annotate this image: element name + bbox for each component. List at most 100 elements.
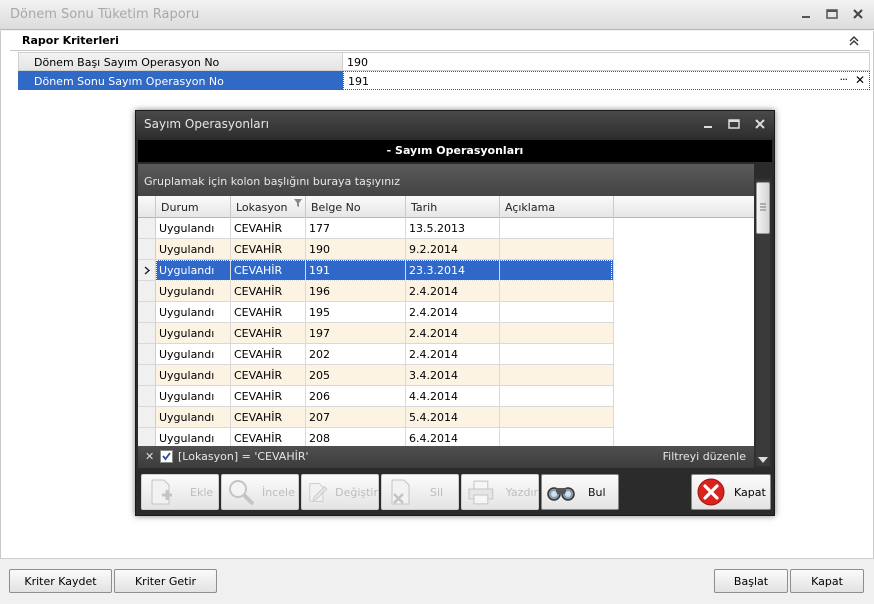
group-panel[interactable]: Gruplamak için kolon başlığını buraya ta…: [138, 164, 754, 196]
table-row[interactable]: Uygulandı CEVAHİR 191 23.3.2014: [138, 260, 754, 281]
cell-belge-no[interactable]: 206: [306, 386, 406, 407]
main-titlebar[interactable]: Dönem Sonu Tüketim Raporu: [0, 0, 874, 30]
cell-belge-no[interactable]: 196: [306, 281, 406, 302]
baslat-button[interactable]: Başlat: [714, 569, 788, 593]
cell-belge-no[interactable]: 207: [306, 407, 406, 428]
cell-durum[interactable]: Uygulandı: [156, 428, 231, 446]
ellipsis-button[interactable]: ···: [840, 73, 848, 86]
row-indicator[interactable]: [138, 428, 156, 446]
cell-belge-no[interactable]: 195: [306, 302, 406, 323]
cell-aciklama[interactable]: [500, 323, 614, 344]
cell-lokasyon[interactable]: CEVAHİR: [231, 386, 306, 407]
dialog-minimize-icon[interactable]: [700, 116, 716, 132]
filter-checkbox[interactable]: [160, 450, 173, 463]
cell-durum[interactable]: Uygulandı: [156, 302, 231, 323]
row-indicator[interactable]: [138, 302, 156, 323]
grid[interactable]: Durum Lokasyon Belge No Tarih Açıklama U…: [138, 196, 754, 446]
table-row[interactable]: Uygulandı CEVAHİR 207 5.4.2014: [138, 407, 754, 428]
table-row[interactable]: Uygulandı CEVAHİR 197 2.4.2014: [138, 323, 754, 344]
cell-durum[interactable]: Uygulandı: [156, 323, 231, 344]
table-row[interactable]: Uygulandı CEVAHİR 190 9.2.2014: [138, 239, 754, 260]
cell-tarih[interactable]: 5.4.2014: [406, 407, 500, 428]
cell-aciklama[interactable]: [500, 302, 614, 323]
cell-belge-no[interactable]: 202: [306, 344, 406, 365]
cell-tarih[interactable]: 2.4.2014: [406, 344, 500, 365]
cell-aciklama[interactable]: [500, 386, 614, 407]
column-header-lokasyon[interactable]: Lokasyon: [231, 196, 306, 218]
table-row[interactable]: Uygulandı CEVAHİR 195 2.4.2014: [138, 302, 754, 323]
cell-belge-no[interactable]: 177: [306, 218, 406, 239]
kapat-button[interactable]: Kapat: [790, 569, 864, 593]
cell-belge-no[interactable]: 208: [306, 428, 406, 446]
row-indicator[interactable]: [138, 260, 156, 281]
cell-aciklama[interactable]: [500, 260, 614, 281]
degistir-button[interactable]: Değiştir: [301, 474, 379, 510]
row-indicator[interactable]: [138, 281, 156, 302]
cell-tarih[interactable]: 2.4.2014: [406, 302, 500, 323]
cell-lokasyon[interactable]: CEVAHİR: [231, 365, 306, 386]
cell-lokasyon[interactable]: CEVAHİR: [231, 407, 306, 428]
cell-durum[interactable]: Uygulandı: [156, 344, 231, 365]
table-row[interactable]: Uygulandı CEVAHİR 177 13.5.2013: [138, 218, 754, 239]
scroll-down-icon[interactable]: [758, 456, 768, 464]
cell-belge-no[interactable]: 205: [306, 365, 406, 386]
column-header-aciklama[interactable]: Açıklama: [500, 196, 614, 218]
close-icon[interactable]: [850, 6, 866, 22]
vertical-scrollbar[interactable]: [754, 178, 772, 468]
criteria-row-start[interactable]: Dönem Başı Sayım Operasyon No 190: [18, 52, 870, 71]
cell-aciklama[interactable]: [500, 428, 614, 446]
cell-lokasyon[interactable]: CEVAHİR: [231, 344, 306, 365]
incele-button[interactable]: İncele: [221, 474, 299, 510]
table-row[interactable]: Uygulandı CEVAHİR 208 6.4.2014: [138, 428, 754, 446]
criteria-value-start[interactable]: 190: [343, 52, 870, 71]
cell-aciklama[interactable]: [500, 239, 614, 260]
cell-aciklama[interactable]: [500, 365, 614, 386]
cell-durum[interactable]: Uygulandı: [156, 239, 231, 260]
criteria-value-end[interactable]: 191 ··· ✕: [343, 71, 870, 90]
kriter-getir-button[interactable]: Kriter Getir: [114, 569, 217, 593]
clear-button[interactable]: ✕: [855, 73, 865, 87]
column-header-durum[interactable]: Durum: [156, 196, 231, 218]
cell-lokasyon[interactable]: CEVAHİR: [231, 302, 306, 323]
cell-tarih[interactable]: 2.4.2014: [406, 281, 500, 302]
row-indicator[interactable]: [138, 323, 156, 344]
row-indicator[interactable]: [138, 239, 156, 260]
column-header-tarih[interactable]: Tarih: [406, 196, 500, 218]
cell-aciklama[interactable]: [500, 218, 614, 239]
dialog-maximize-icon[interactable]: [726, 116, 742, 132]
cell-durum[interactable]: Uygulandı: [156, 260, 231, 281]
criteria-row-end[interactable]: Dönem Sonu Sayım Operasyon No 191 ··· ✕: [18, 71, 870, 90]
maximize-icon[interactable]: [824, 6, 840, 22]
cell-durum[interactable]: Uygulandı: [156, 386, 231, 407]
cell-belge-no[interactable]: 190: [306, 239, 406, 260]
cell-aciklama[interactable]: [500, 344, 614, 365]
cell-durum[interactable]: Uygulandı: [156, 218, 231, 239]
cell-aciklama[interactable]: [500, 407, 614, 428]
row-indicator[interactable]: [138, 218, 156, 239]
cell-tarih[interactable]: 23.3.2014: [406, 260, 500, 281]
cell-tarih[interactable]: 4.4.2014: [406, 386, 500, 407]
column-header-belge-no[interactable]: Belge No: [306, 196, 406, 218]
edit-filter-link[interactable]: Filtreyi düzenle: [663, 450, 746, 463]
cell-tarih[interactable]: 2.4.2014: [406, 323, 500, 344]
dialog-close-icon[interactable]: [752, 116, 768, 132]
filter-icon[interactable]: [294, 199, 302, 207]
sil-button[interactable]: Sil: [381, 474, 459, 510]
table-row[interactable]: Uygulandı CEVAHİR 206 4.4.2014: [138, 386, 754, 407]
filter-close-button[interactable]: ✕: [145, 450, 154, 463]
row-indicator[interactable]: [138, 407, 156, 428]
minimize-icon[interactable]: [798, 6, 814, 22]
row-indicator[interactable]: [138, 344, 156, 365]
cell-durum[interactable]: Uygulandı: [156, 281, 231, 302]
cell-lokasyon[interactable]: CEVAHİR: [231, 428, 306, 446]
cell-lokasyon[interactable]: CEVAHİR: [231, 323, 306, 344]
cell-durum[interactable]: Uygulandı: [156, 365, 231, 386]
cell-tarih[interactable]: 9.2.2014: [406, 239, 500, 260]
cell-lokasyon[interactable]: CEVAHİR: [231, 239, 306, 260]
table-row[interactable]: Uygulandı CEVAHİR 202 2.4.2014: [138, 344, 754, 365]
row-indicator[interactable]: [138, 386, 156, 407]
criteria-header[interactable]: Rapor Kriterleri: [10, 31, 870, 51]
ekle-button[interactable]: Ekle: [141, 474, 219, 510]
cell-tarih[interactable]: 3.4.2014: [406, 365, 500, 386]
dialog-kapat-button[interactable]: Kapat: [691, 474, 771, 510]
